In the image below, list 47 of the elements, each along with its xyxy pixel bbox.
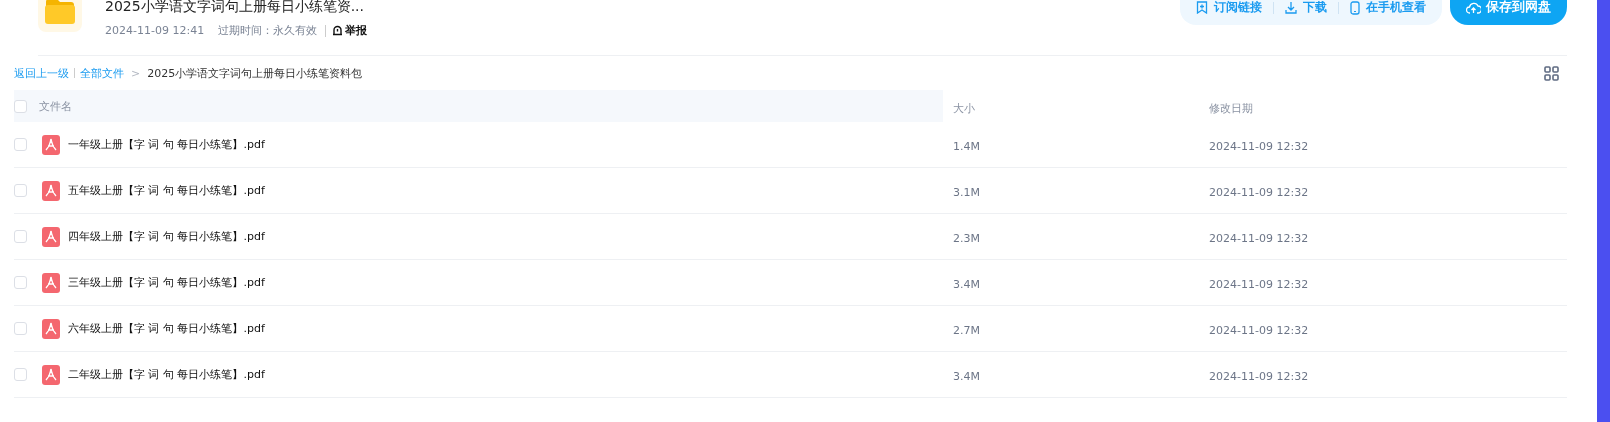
download-icon	[1285, 1, 1297, 14]
pdf-file-icon	[42, 180, 60, 201]
row-checkbox[interactable]	[14, 184, 27, 197]
file-name[interactable]: 二年级上册【字 词 句 每日小练笔】.pdf	[68, 367, 265, 382]
cloud-upload-icon	[1466, 1, 1481, 14]
column-header: 文件名	[39, 98, 72, 114]
column-header: 大小	[953, 101, 975, 115]
file-name[interactable]: 四年级上册【字 词 句 每日小练笔】.pdf	[68, 229, 265, 244]
row-checkbox[interactable]	[14, 230, 27, 243]
alarm-bell-icon	[332, 25, 344, 36]
current-folder: 2025小学语文字词句上册每日小练笔资料包	[147, 65, 363, 81]
file-size: 3.4M	[953, 278, 980, 291]
file-size: 1.4M	[953, 140, 980, 153]
select-all-checkbox[interactable]	[14, 99, 27, 113]
expiry-text: 过期时间：永久有效	[218, 23, 318, 38]
file-size: 3.1M	[953, 186, 980, 199]
pdf-file-icon	[42, 364, 60, 385]
modified-date: 2024-11-09 12:32	[1209, 370, 1309, 383]
phone-icon	[1350, 0, 1360, 15]
file-name[interactable]: 一年级上册【字 词 句 每日小练笔】.pdf	[68, 137, 265, 152]
modified-date: 2024-11-09 12:32	[1209, 278, 1309, 291]
pdf-file-icon	[42, 272, 60, 293]
modified-date: 2024-11-09 12:32	[1209, 140, 1309, 153]
folder-icon	[38, 0, 82, 32]
column-header: 修改日期	[1209, 101, 1253, 115]
row-checkbox[interactable]	[14, 322, 27, 335]
file-name[interactable]: 六年级上册【字 词 句 每日小练笔】.pdf	[68, 321, 265, 336]
file-size: 2.3M	[953, 232, 980, 245]
modified-date: 2024-11-09 12:32	[1209, 186, 1309, 199]
grid-view-icon[interactable]	[1544, 65, 1559, 81]
bookmark-plus-icon	[1196, 1, 1208, 14]
pdf-file-icon	[42, 318, 60, 339]
breadcrumb-separator: >	[131, 66, 141, 80]
pdf-file-icon	[42, 226, 60, 247]
row-checkbox[interactable]	[14, 276, 27, 289]
scrollbar[interactable]	[1597, 0, 1610, 422]
file-size: 3.4M	[953, 370, 980, 383]
report-link[interactable]: 举报	[332, 23, 368, 38]
modified-date: 2024-11-09 12:32	[1209, 232, 1309, 245]
pdf-file-icon	[42, 134, 60, 155]
row-checkbox[interactable]	[14, 368, 27, 381]
modified-date: 2024-11-09 12:32	[1209, 324, 1309, 337]
row-checkbox[interactable]	[14, 138, 27, 151]
file-name[interactable]: 三年级上册【字 词 句 每日小练笔】.pdf	[68, 275, 265, 290]
file-size: 2.7M	[953, 324, 980, 337]
share-date: 2024-11-09 12:41	[105, 24, 205, 37]
file-name[interactable]: 五年级上册【字 词 句 每日小练笔】.pdf	[68, 183, 265, 198]
